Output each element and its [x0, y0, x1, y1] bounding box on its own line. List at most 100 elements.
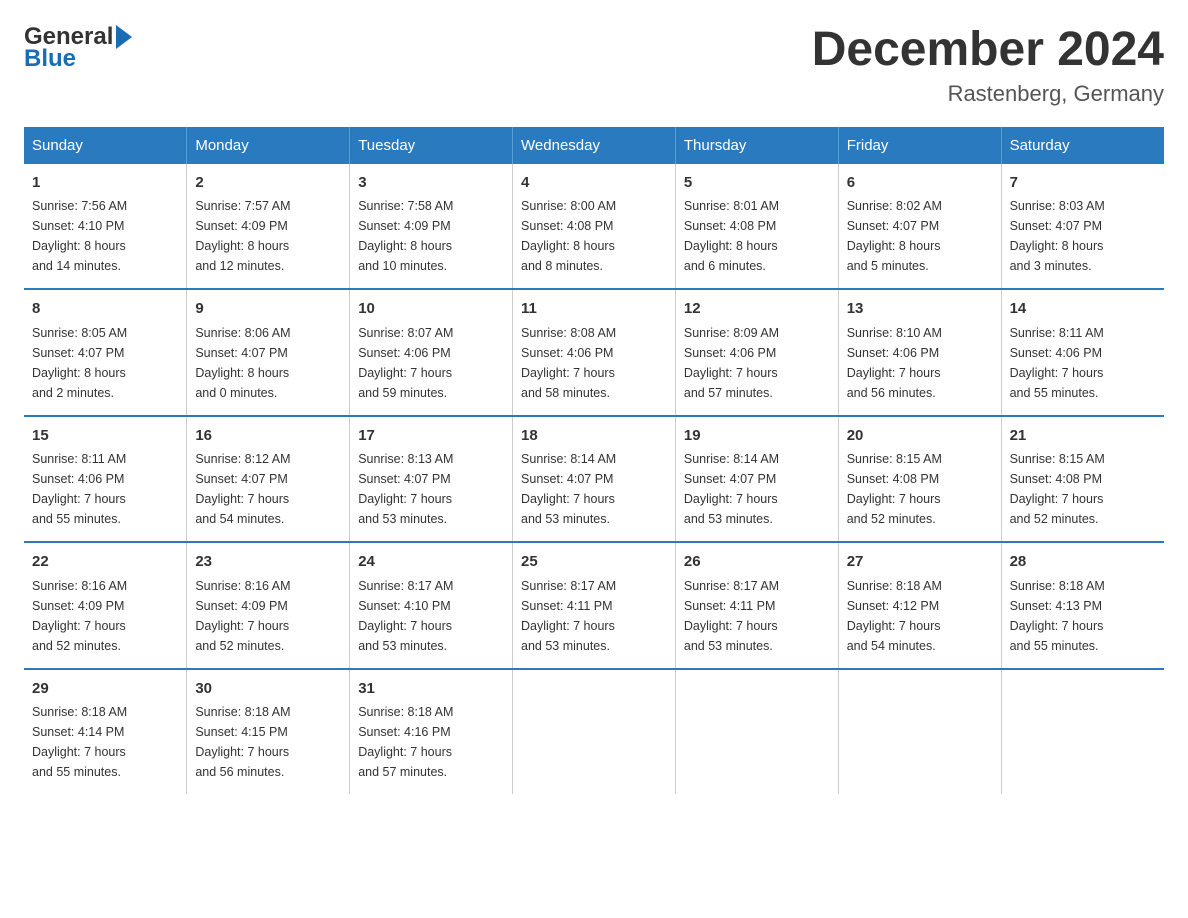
day-cell: 12 Sunrise: 8:09 AMSunset: 4:06 PMDaylig… [675, 289, 838, 416]
day-number: 20 [847, 425, 993, 448]
day-cell [675, 669, 838, 795]
day-info: Sunrise: 8:11 AMSunset: 4:06 PMDaylight:… [32, 452, 126, 526]
day-info: Sunrise: 8:17 AMSunset: 4:10 PMDaylight:… [358, 579, 453, 653]
week-row-1: 1 Sunrise: 7:56 AMSunset: 4:10 PMDayligh… [24, 164, 1164, 290]
col-header-tuesday: Tuesday [350, 127, 513, 164]
day-number: 21 [1010, 425, 1156, 448]
day-number: 8 [32, 298, 178, 321]
day-number: 24 [358, 551, 504, 574]
day-cell: 23 Sunrise: 8:16 AMSunset: 4:09 PMDaylig… [187, 542, 350, 669]
day-number: 6 [847, 172, 993, 195]
day-cell: 10 Sunrise: 8:07 AMSunset: 4:06 PMDaylig… [350, 289, 513, 416]
day-info: Sunrise: 8:15 AMSunset: 4:08 PMDaylight:… [1010, 452, 1105, 526]
day-number: 16 [195, 425, 341, 448]
day-cell: 14 Sunrise: 8:11 AMSunset: 4:06 PMDaylig… [1001, 289, 1164, 416]
day-cell: 15 Sunrise: 8:11 AMSunset: 4:06 PMDaylig… [24, 416, 187, 543]
col-header-friday: Friday [838, 127, 1001, 164]
day-info: Sunrise: 8:17 AMSunset: 4:11 PMDaylight:… [521, 579, 616, 653]
day-info: Sunrise: 8:18 AMSunset: 4:13 PMDaylight:… [1010, 579, 1105, 653]
day-info: Sunrise: 8:09 AMSunset: 4:06 PMDaylight:… [684, 326, 779, 400]
day-number: 17 [358, 425, 504, 448]
day-number: 1 [32, 172, 178, 195]
subtitle: Rastenberg, Germany [812, 81, 1164, 107]
calendar-table: SundayMondayTuesdayWednesdayThursdayFrid… [24, 127, 1164, 795]
day-number: 14 [1010, 298, 1156, 321]
week-row-2: 8 Sunrise: 8:05 AMSunset: 4:07 PMDayligh… [24, 289, 1164, 416]
day-number: 31 [358, 678, 504, 701]
day-number: 29 [32, 678, 178, 701]
day-info: Sunrise: 8:02 AMSunset: 4:07 PMDaylight:… [847, 199, 942, 273]
page-header: General Blue December 2024 Rastenberg, G… [24, 24, 1164, 107]
day-cell: 21 Sunrise: 8:15 AMSunset: 4:08 PMDaylig… [1001, 416, 1164, 543]
day-info: Sunrise: 8:00 AMSunset: 4:08 PMDaylight:… [521, 199, 616, 273]
day-info: Sunrise: 7:58 AMSunset: 4:09 PMDaylight:… [358, 199, 453, 273]
day-number: 23 [195, 551, 341, 574]
day-cell: 29 Sunrise: 8:18 AMSunset: 4:14 PMDaylig… [24, 669, 187, 795]
day-number: 3 [358, 172, 504, 195]
day-number: 9 [195, 298, 341, 321]
day-number: 18 [521, 425, 667, 448]
day-info: Sunrise: 8:07 AMSunset: 4:06 PMDaylight:… [358, 326, 453, 400]
day-info: Sunrise: 8:14 AMSunset: 4:07 PMDaylight:… [684, 452, 779, 526]
day-cell: 19 Sunrise: 8:14 AMSunset: 4:07 PMDaylig… [675, 416, 838, 543]
day-number: 10 [358, 298, 504, 321]
day-number: 5 [684, 172, 830, 195]
day-cell: 11 Sunrise: 8:08 AMSunset: 4:06 PMDaylig… [513, 289, 676, 416]
day-info: Sunrise: 7:57 AMSunset: 4:09 PMDaylight:… [195, 199, 290, 273]
day-info: Sunrise: 8:15 AMSunset: 4:08 PMDaylight:… [847, 452, 942, 526]
day-info: Sunrise: 8:16 AMSunset: 4:09 PMDaylight:… [32, 579, 127, 653]
col-header-monday: Monday [187, 127, 350, 164]
day-info: Sunrise: 8:16 AMSunset: 4:09 PMDaylight:… [195, 579, 290, 653]
day-cell: 3 Sunrise: 7:58 AMSunset: 4:09 PMDayligh… [350, 164, 513, 290]
day-cell: 25 Sunrise: 8:17 AMSunset: 4:11 PMDaylig… [513, 542, 676, 669]
day-info: Sunrise: 8:08 AMSunset: 4:06 PMDaylight:… [521, 326, 616, 400]
col-header-sunday: Sunday [24, 127, 187, 164]
day-cell [513, 669, 676, 795]
day-number: 27 [847, 551, 993, 574]
main-title: December 2024 [812, 24, 1164, 77]
logo: General Blue [24, 24, 132, 73]
day-info: Sunrise: 8:05 AMSunset: 4:07 PMDaylight:… [32, 326, 127, 400]
day-info: Sunrise: 8:11 AMSunset: 4:06 PMDaylight:… [1010, 326, 1104, 400]
day-cell: 26 Sunrise: 8:17 AMSunset: 4:11 PMDaylig… [675, 542, 838, 669]
day-cell: 27 Sunrise: 8:18 AMSunset: 4:12 PMDaylig… [838, 542, 1001, 669]
day-info: Sunrise: 8:18 AMSunset: 4:15 PMDaylight:… [195, 705, 290, 779]
day-number: 15 [32, 425, 178, 448]
day-cell [838, 669, 1001, 795]
day-info: Sunrise: 8:18 AMSunset: 4:14 PMDaylight:… [32, 705, 127, 779]
week-row-4: 22 Sunrise: 8:16 AMSunset: 4:09 PMDaylig… [24, 542, 1164, 669]
day-cell: 4 Sunrise: 8:00 AMSunset: 4:08 PMDayligh… [513, 164, 676, 290]
day-number: 22 [32, 551, 178, 574]
day-cell: 28 Sunrise: 8:18 AMSunset: 4:13 PMDaylig… [1001, 542, 1164, 669]
day-info: Sunrise: 8:01 AMSunset: 4:08 PMDaylight:… [684, 199, 779, 273]
title-block: December 2024 Rastenberg, Germany [812, 24, 1164, 107]
day-cell: 24 Sunrise: 8:17 AMSunset: 4:10 PMDaylig… [350, 542, 513, 669]
day-cell: 9 Sunrise: 8:06 AMSunset: 4:07 PMDayligh… [187, 289, 350, 416]
day-cell [1001, 669, 1164, 795]
day-number: 7 [1010, 172, 1156, 195]
day-cell: 1 Sunrise: 7:56 AMSunset: 4:10 PMDayligh… [24, 164, 187, 290]
week-row-3: 15 Sunrise: 8:11 AMSunset: 4:06 PMDaylig… [24, 416, 1164, 543]
header-row: SundayMondayTuesdayWednesdayThursdayFrid… [24, 127, 1164, 164]
day-info: Sunrise: 8:03 AMSunset: 4:07 PMDaylight:… [1010, 199, 1105, 273]
day-info: Sunrise: 8:14 AMSunset: 4:07 PMDaylight:… [521, 452, 616, 526]
day-cell: 5 Sunrise: 8:01 AMSunset: 4:08 PMDayligh… [675, 164, 838, 290]
day-info: Sunrise: 8:18 AMSunset: 4:16 PMDaylight:… [358, 705, 453, 779]
day-info: Sunrise: 8:10 AMSunset: 4:06 PMDaylight:… [847, 326, 942, 400]
day-number: 4 [521, 172, 667, 195]
day-number: 28 [1010, 551, 1156, 574]
logo-blue-text: Blue [24, 46, 132, 72]
day-number: 26 [684, 551, 830, 574]
day-number: 11 [521, 298, 667, 321]
day-cell: 13 Sunrise: 8:10 AMSunset: 4:06 PMDaylig… [838, 289, 1001, 416]
day-info: Sunrise: 8:06 AMSunset: 4:07 PMDaylight:… [195, 326, 290, 400]
day-cell: 17 Sunrise: 8:13 AMSunset: 4:07 PMDaylig… [350, 416, 513, 543]
day-info: Sunrise: 8:12 AMSunset: 4:07 PMDaylight:… [195, 452, 290, 526]
day-number: 13 [847, 298, 993, 321]
day-info: Sunrise: 8:17 AMSunset: 4:11 PMDaylight:… [684, 579, 779, 653]
day-cell: 7 Sunrise: 8:03 AMSunset: 4:07 PMDayligh… [1001, 164, 1164, 290]
day-number: 12 [684, 298, 830, 321]
col-header-saturday: Saturday [1001, 127, 1164, 164]
day-cell: 2 Sunrise: 7:57 AMSunset: 4:09 PMDayligh… [187, 164, 350, 290]
day-info: Sunrise: 8:18 AMSunset: 4:12 PMDaylight:… [847, 579, 942, 653]
